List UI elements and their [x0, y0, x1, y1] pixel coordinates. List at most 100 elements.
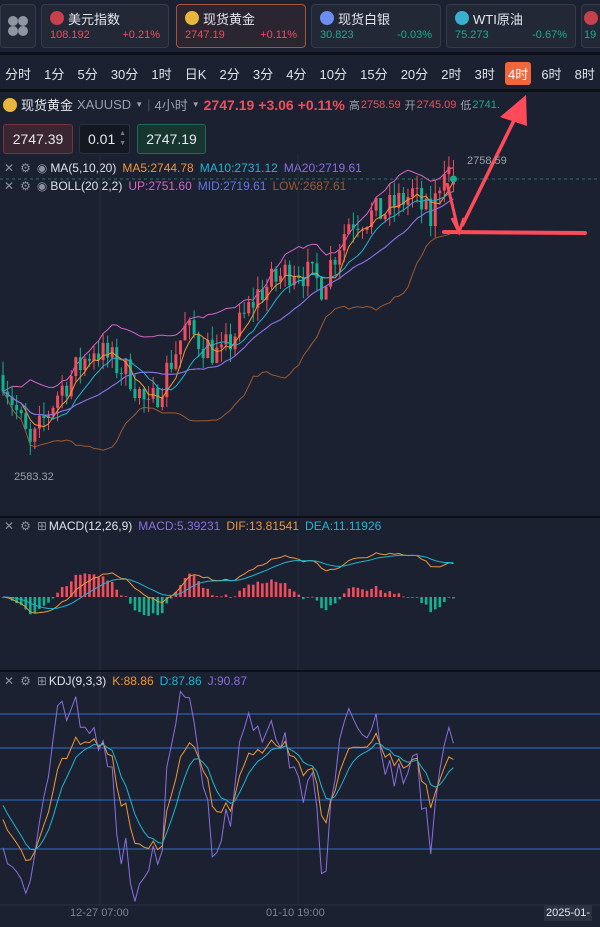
kdj-title: KDJ(9,3,3) — [48, 674, 107, 688]
candle-body — [151, 387, 155, 399]
macd-histogram-bar — [302, 597, 305, 600]
macd-histogram-bar — [133, 597, 137, 611]
candle-body — [374, 198, 378, 211]
candle-body — [351, 224, 355, 229]
candle-body — [415, 187, 419, 189]
candle-body — [60, 385, 64, 396]
candle-body — [310, 261, 314, 264]
macd-histogram-bar — [370, 588, 373, 597]
candle-body — [37, 415, 41, 429]
macd-histogram-bar — [333, 597, 337, 604]
candle-body — [392, 194, 396, 208]
candle-body — [138, 388, 141, 399]
macd-histogram-bar — [215, 596, 219, 597]
candle-body — [447, 166, 451, 174]
chart-canvas[interactable] — [0, 0, 600, 927]
candle-body — [242, 312, 246, 314]
annotation-line — [442, 230, 587, 235]
candle-body — [224, 334, 228, 345]
macd-histogram-bar — [292, 591, 296, 597]
gear-icon[interactable]: ⚙ — [20, 519, 31, 533]
x-axis-label: 01-10 19:00 — [266, 907, 325, 919]
candle-body — [83, 358, 87, 371]
candle-body — [28, 428, 32, 442]
macd-histogram-bar — [297, 594, 301, 597]
macd-histogram-bar — [147, 597, 150, 616]
candle-body — [119, 373, 123, 375]
d-line — [2, 742, 454, 851]
macd-histogram-bar — [51, 597, 55, 599]
macd-histogram-bar — [315, 597, 319, 601]
dif-value: DIF:13.81541 — [226, 519, 300, 533]
macd-histogram-bar — [420, 597, 423, 604]
macd-legend: ✕ ⚙ ⊞ MACD(12,26,9) MACD:5.39231 DIF:13.81… — [4, 519, 382, 533]
macd-histogram-bar — [115, 589, 119, 597]
macd-histogram-bar — [261, 583, 264, 597]
macd-histogram-bar — [279, 583, 282, 597]
candle-body — [188, 320, 192, 326]
candle-body — [356, 228, 360, 231]
macd-histogram-bar — [265, 582, 269, 597]
macd-histogram-bar — [443, 597, 446, 602]
candle-body — [215, 347, 219, 363]
candle-body — [19, 410, 23, 414]
macd-histogram-bar — [120, 595, 123, 597]
close-icon[interactable]: ✕ — [4, 674, 14, 688]
candle-body — [347, 224, 351, 235]
macd-histogram-bar — [402, 596, 405, 598]
macd-histogram-bar — [329, 597, 332, 606]
candle-body — [156, 387, 160, 408]
candle-body — [78, 357, 82, 371]
macd-histogram-bar — [170, 597, 173, 599]
macd-histogram-bar — [379, 590, 382, 597]
macd-histogram-bar — [283, 583, 287, 597]
macd-histogram-bar — [60, 586, 64, 597]
expand-icon[interactable]: ⊞ — [37, 674, 47, 688]
candle-body — [274, 268, 278, 282]
macd-histogram-bar — [224, 594, 228, 597]
macd-histogram-bar — [342, 593, 346, 597]
current-price-marker — [449, 175, 457, 183]
macd-histogram-bar — [393, 593, 396, 597]
close-icon[interactable]: ✕ — [4, 519, 14, 533]
macd-histogram-bar — [220, 596, 223, 598]
macd-histogram-bar — [270, 579, 273, 597]
j-value: J:90.87 — [207, 674, 248, 688]
candle-body — [324, 286, 328, 300]
candle-body — [15, 404, 19, 411]
candle-body — [101, 342, 105, 361]
macd-histogram-bar — [42, 597, 46, 606]
candle-body — [174, 354, 178, 369]
macd-histogram-bar — [274, 581, 278, 597]
candle-body — [219, 344, 223, 348]
candle-body — [338, 250, 342, 265]
candle-body — [178, 340, 182, 355]
expand-icon[interactable]: ⊞ — [37, 519, 47, 533]
candle-body — [169, 362, 173, 369]
candle-body — [283, 264, 287, 276]
macd-histogram-bar — [242, 588, 246, 597]
candle-body — [442, 173, 446, 191]
candle-body — [306, 261, 310, 287]
x-axis-label: 12-27 07:00 — [70, 907, 129, 919]
j-line — [2, 690, 454, 902]
macd-histogram-bar — [110, 581, 114, 597]
candle-body — [420, 187, 424, 210]
macd-histogram-bar — [415, 597, 419, 598]
annotation-arrowhead — [500, 95, 527, 126]
candle-body — [74, 357, 78, 377]
boll-lower-line — [2, 230, 454, 451]
macd-histogram-bar — [201, 587, 205, 597]
macd-histogram-bar — [211, 595, 214, 597]
candle-body — [238, 312, 242, 337]
macd-histogram-bar — [138, 597, 141, 613]
crosshair-time-label: 2025-01- — [544, 905, 593, 921]
candle-body — [411, 188, 414, 197]
macd-histogram-bar — [101, 576, 105, 597]
macd-histogram-bar — [74, 574, 78, 597]
gear-icon[interactable]: ⚙ — [20, 674, 31, 688]
macd-histogram-bar — [256, 581, 260, 597]
candle-body — [42, 415, 46, 418]
macd-histogram-bar — [447, 597, 451, 598]
macd-histogram-bar — [251, 584, 255, 597]
